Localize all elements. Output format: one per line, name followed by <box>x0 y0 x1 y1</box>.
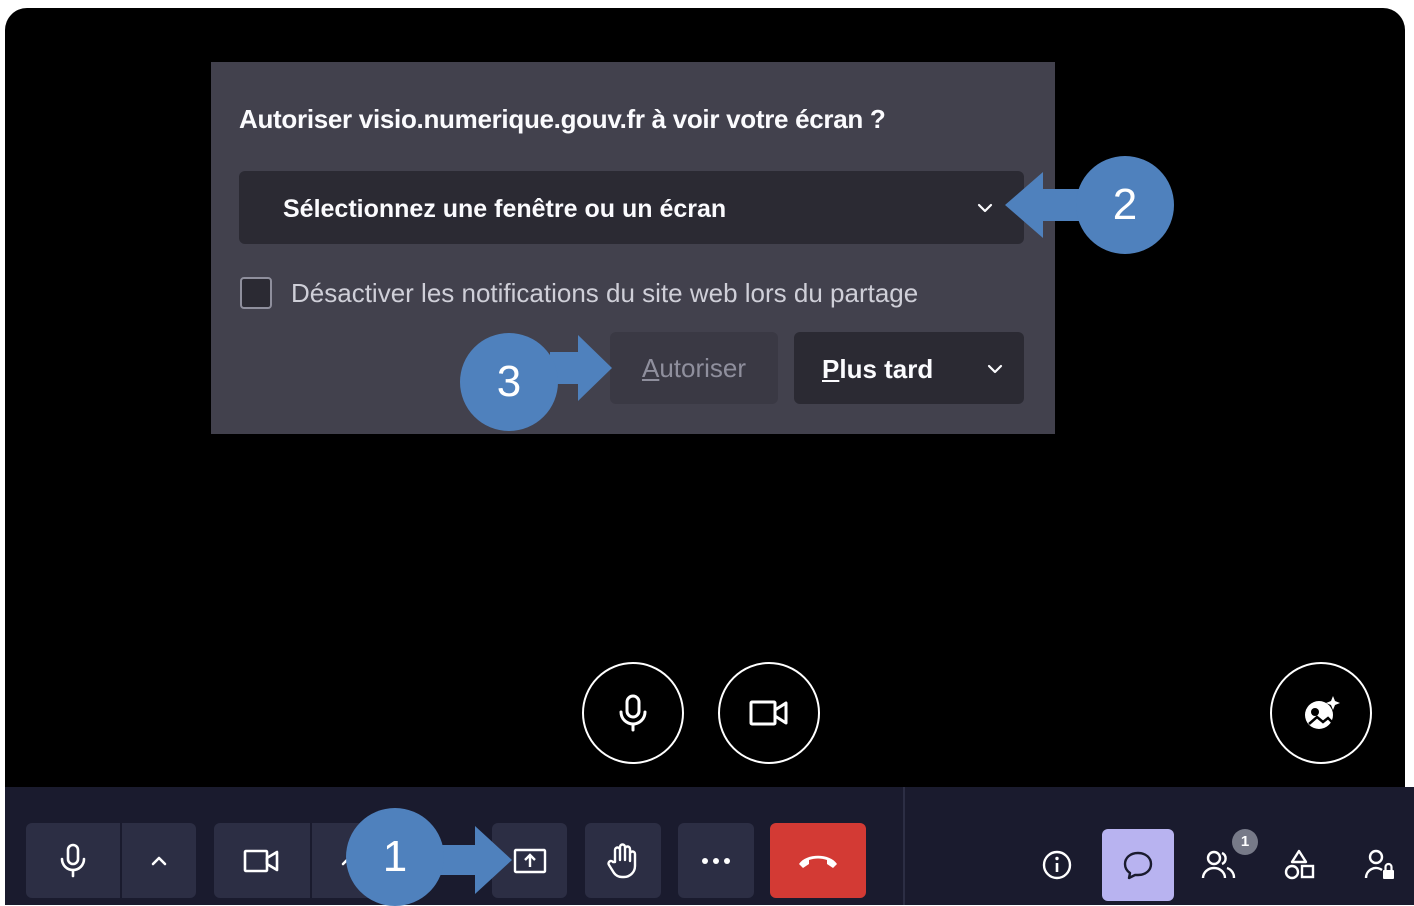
callout-step-2: 2 <box>1076 156 1174 254</box>
callout-arrows <box>430 172 1090 894</box>
callout-step-1: 1 <box>346 808 444 906</box>
callout-step-3: 3 <box>460 333 558 431</box>
callout-arrow-3 <box>550 335 612 401</box>
